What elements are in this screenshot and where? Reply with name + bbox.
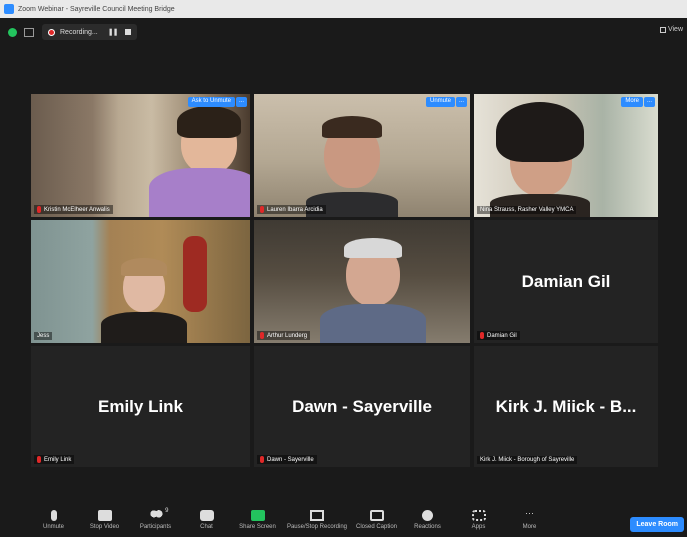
stop-recording-icon[interactable]	[125, 29, 132, 35]
participant-name: Nina Strauss, Rasher Valley YMCA	[477, 206, 577, 214]
mic-muted-icon	[480, 332, 484, 339]
participant-name-label: Lauren Ibarra Arcidia	[267, 206, 323, 213]
share-screen-button[interactable]: Share Screen	[232, 507, 283, 530]
chat-icon	[199, 510, 214, 521]
participant-big-name: Emily Link	[97, 396, 184, 416]
gallery-grid: Ask to Unmute ... Kristin McElheer Anwal…	[31, 94, 658, 467]
participant-name: Jess	[34, 332, 53, 340]
participant-tile[interactable]: Ask to Unmute ... Kristin McElheer Anwal…	[31, 94, 250, 217]
participant-name: Lauren Ibarra Arcidia	[257, 205, 326, 214]
apps-button[interactable]: Apps	[453, 507, 504, 530]
ask-to-unmute-button[interactable]: Ask to Unmute	[187, 97, 235, 107]
participant-name-label: Nina Strauss, Rasher Valley YMCA	[480, 207, 574, 213]
mic-muted-icon	[260, 456, 264, 463]
participant-name-label: Jess	[37, 333, 50, 339]
participant-name-label: Kristin McElheer Anwalis	[44, 206, 110, 213]
stop-video-label: Stop Video	[89, 524, 120, 530]
participant-name: Emily Link	[34, 455, 75, 464]
tile-more-button[interactable]: ...	[236, 97, 247, 107]
window-title: Zoom Webinar - Sayreville Council Meetin…	[18, 5, 175, 13]
video-camera-icon	[97, 510, 112, 521]
view-label: View	[667, 26, 683, 33]
stop-video-button[interactable]: Stop Video	[79, 507, 130, 530]
chat-button[interactable]: Chat	[181, 507, 232, 530]
leave-room-button[interactable]: Leave Room	[630, 517, 684, 532]
reactions-icon	[422, 510, 433, 521]
more-button[interactable]: More	[621, 97, 643, 107]
participant-video	[474, 94, 658, 217]
recording-indicator: Recording... ❚❚	[42, 24, 138, 40]
participant-name: Kirk J. Miick - Borough of Sayreville	[477, 456, 578, 464]
more-icon: ···	[525, 508, 534, 518]
mic-muted-icon	[260, 332, 264, 339]
meeting-info-icon[interactable]	[24, 27, 34, 37]
participant-name: Damian Gil	[477, 331, 520, 340]
participant-tile[interactable]: Emily Link Emily Link	[31, 346, 250, 467]
participants-button[interactable]: 9 Participants	[130, 507, 181, 530]
security-shield-icon[interactable]	[8, 27, 17, 37]
participant-name: Kristin McElheer Anwalis	[34, 205, 113, 214]
unmute-button[interactable]: Unmute	[28, 507, 79, 530]
mic-muted-icon	[37, 206, 41, 213]
microphone-muted-icon	[50, 510, 57, 521]
unmute-button[interactable]: Unmute	[425, 97, 455, 107]
share-screen-icon	[250, 510, 265, 521]
share-screen-label: Share Screen	[239, 524, 276, 530]
apps-label: Apps	[471, 524, 486, 530]
participants-count: 9	[165, 508, 169, 514]
participant-name: Arthur Lunderg	[257, 331, 311, 340]
mic-muted-icon	[260, 206, 264, 213]
participant-video	[254, 94, 470, 217]
participant-big-name: Dawn - Sayerville	[292, 396, 432, 416]
tile-actions: More ...	[621, 97, 655, 107]
participant-big-name: Kirk J. Miick - B...	[495, 396, 637, 416]
tile-more-button[interactable]: ...	[456, 97, 467, 107]
meeting-toolbar: Unmute Stop Video 9 Participants Chat Sh…	[0, 507, 687, 537]
tile-actions: Ask to Unmute ...	[187, 97, 247, 107]
recording-dot-icon	[48, 28, 55, 36]
tile-actions: Unmute ...	[425, 97, 467, 107]
tile-more-button[interactable]: ...	[644, 97, 655, 107]
apps-icon	[471, 510, 486, 521]
participant-tile[interactable]: Dawn - Sayerville Dawn - Sayerville	[254, 346, 470, 467]
more-label: More	[522, 524, 537, 530]
participant-tile[interactable]: Kirk J. Miick - B... Kirk J. Miick - Bor…	[474, 346, 658, 467]
participant-video	[31, 94, 250, 217]
reactions-button[interactable]: Reactions	[402, 507, 453, 530]
participant-name-label: Damian Gil	[487, 332, 517, 339]
participant-tile[interactable]: Jess	[31, 220, 250, 343]
participant-tile[interactable]: More ... Nina Strauss, Rasher Valley YMC…	[474, 94, 658, 217]
closed-caption-label: Closed Caption	[355, 524, 398, 530]
participant-name-label: Arthur Lunderg	[267, 332, 308, 339]
view-button[interactable]: View	[659, 26, 683, 33]
pause-stop-recording-button[interactable]: Pause/Stop Recording	[283, 507, 351, 530]
zoom-app-icon	[4, 4, 14, 14]
participant-name-label: Emily Link	[44, 456, 72, 463]
participant-video	[254, 220, 470, 343]
recording-label: Recording...	[60, 28, 98, 36]
closed-caption-icon	[369, 510, 384, 521]
view-grid-icon	[659, 26, 666, 33]
mic-muted-icon	[37, 456, 41, 463]
participant-tile[interactable]: Arthur Lunderg	[254, 220, 470, 343]
participants-icon: 9	[148, 508, 169, 521]
pause-recording-icon[interactable]: ❚❚	[108, 28, 119, 36]
more-button[interactable]: ··· More	[504, 507, 555, 531]
closed-caption-button[interactable]: Closed Caption	[351, 507, 402, 530]
participant-tile[interactable]: Damian Gil Damian Gil	[474, 220, 658, 343]
participant-video	[31, 220, 250, 343]
participant-tile[interactable]: Unmute ... Lauren Ibarra Arcidia	[254, 94, 470, 217]
participant-big-name: Damian Gil	[521, 271, 611, 291]
participant-name-label: Dawn - Sayerville	[267, 456, 314, 463]
participants-label: Participants	[139, 524, 172, 530]
window-titlebar: Zoom Webinar - Sayreville Council Meetin…	[0, 0, 687, 18]
participant-name: Dawn - Sayerville	[257, 455, 317, 464]
recording-icon	[310, 510, 324, 521]
recording-label: Pause/Stop Recording	[286, 524, 348, 530]
unmute-label: Unmute	[42, 524, 64, 530]
meeting-topbar: Recording... ❚❚ View	[0, 18, 687, 46]
chat-label: Chat	[200, 524, 213, 530]
participant-name-label: Kirk J. Miick - Borough of Sayreville	[480, 457, 575, 463]
reactions-label: Reactions	[414, 524, 441, 530]
